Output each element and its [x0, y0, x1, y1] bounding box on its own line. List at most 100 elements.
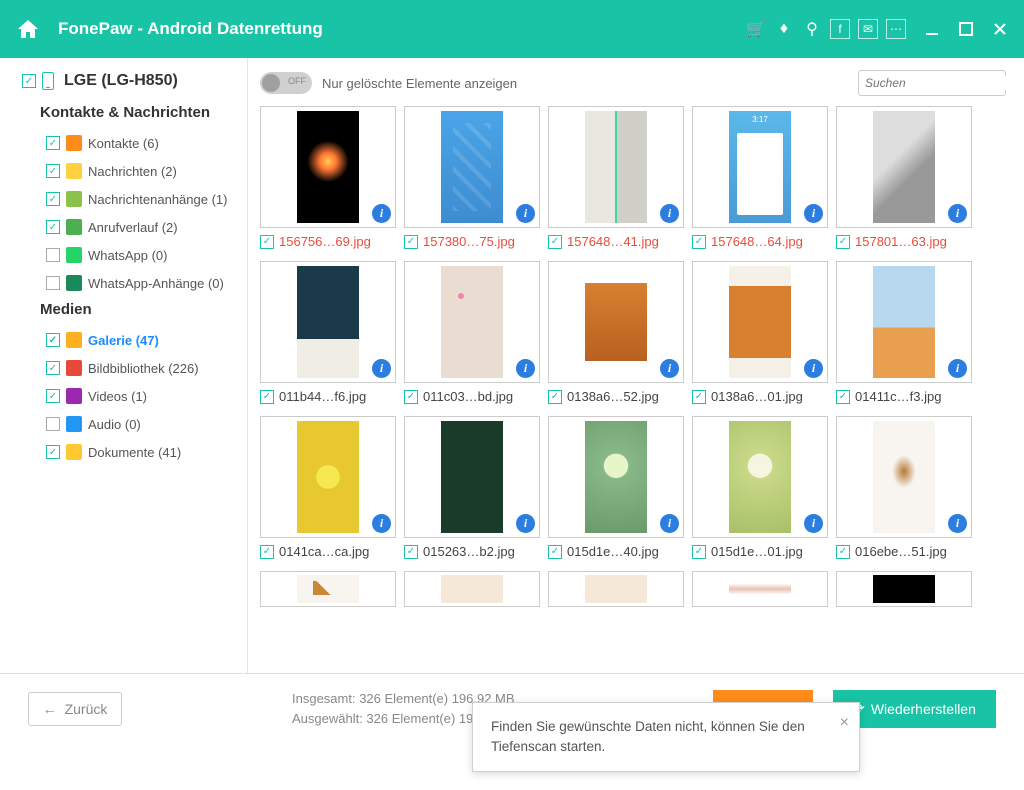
thumbnail-frame[interactable]: i [692, 106, 828, 228]
thumbnail-cell[interactable]: i✓015d1e…40.jpg [548, 416, 684, 559]
sidebar-item[interactable]: ✓Nachrichten (2) [46, 157, 237, 185]
thumbnail-frame[interactable] [836, 571, 972, 607]
thumbnail-checkbox[interactable]: ✓ [404, 235, 418, 249]
device-row[interactable]: ✓ LGE (LG-H850) [22, 72, 237, 90]
deleted-only-toggle[interactable]: OFF [260, 72, 312, 94]
category-checkbox[interactable]: ✓ [46, 445, 60, 459]
maximize-button[interactable] [958, 21, 974, 37]
info-icon[interactable]: i [372, 204, 391, 223]
minimize-button[interactable] [924, 21, 940, 37]
thumbnail-cell[interactable]: i✓0141ca…ca.jpg [260, 416, 396, 559]
thumbnail-frame[interactable]: i [548, 106, 684, 228]
thumbnail-checkbox[interactable]: ✓ [548, 390, 562, 404]
thumbnail-frame[interactable] [548, 571, 684, 607]
info-icon[interactable]: i [804, 514, 823, 533]
thumbnail-cell[interactable]: i✓011b44…f6.jpg [260, 261, 396, 404]
thumbnail-frame[interactable]: i [404, 106, 540, 228]
thumbnail-checkbox[interactable]: ✓ [692, 545, 706, 559]
more-icon[interactable]: ⋯ [886, 19, 906, 39]
device-checkbox[interactable]: ✓ [22, 74, 36, 88]
facebook-icon[interactable]: f [830, 19, 850, 39]
info-icon[interactable]: i [948, 359, 967, 378]
thumbnail-checkbox[interactable]: ✓ [692, 235, 706, 249]
thumbnail-checkbox[interactable]: ✓ [548, 235, 562, 249]
info-icon[interactable]: i [516, 514, 535, 533]
category-checkbox[interactable]: ✓ [46, 192, 60, 206]
thumbnail-cell[interactable] [260, 571, 396, 607]
thumbnail-cell[interactable] [548, 571, 684, 607]
category-checkbox[interactable]: ✓ [46, 248, 60, 262]
thumbnail-frame[interactable]: i [260, 106, 396, 228]
thumbnail-checkbox[interactable]: ✓ [404, 545, 418, 559]
sidebar-item[interactable]: ✓Galerie (47) [46, 326, 237, 354]
thumbnail-checkbox[interactable]: ✓ [260, 545, 274, 559]
search-box[interactable] [858, 70, 1006, 96]
thumbnail-checkbox[interactable]: ✓ [692, 390, 706, 404]
feedback-icon[interactable]: ✉ [858, 19, 878, 39]
info-icon[interactable]: i [516, 204, 535, 223]
info-icon[interactable]: i [660, 204, 679, 223]
info-icon[interactable]: i [804, 359, 823, 378]
thumbnail-cell[interactable]: i✓157801…63.jpg [836, 106, 972, 249]
back-button[interactable]: ← Zurück [28, 692, 122, 726]
thumbnail-checkbox[interactable]: ✓ [548, 545, 562, 559]
key-icon[interactable]: ⚲ [802, 19, 822, 39]
thumbnail-cell[interactable]: i✓016ebe…51.jpg [836, 416, 972, 559]
thumbnail-cell[interactable]: i✓157380…75.jpg [404, 106, 540, 249]
info-icon[interactable]: i [948, 514, 967, 533]
thumbnail-cell[interactable] [404, 571, 540, 607]
thumbnail-checkbox[interactable]: ✓ [836, 390, 850, 404]
close-button[interactable] [992, 21, 1008, 37]
thumbnail-frame[interactable]: i [836, 261, 972, 383]
thumbnail-cell[interactable]: i✓157648…41.jpg [548, 106, 684, 249]
info-icon[interactable]: i [372, 514, 391, 533]
thumbnail-cell[interactable]: i✓0138a6…52.jpg [548, 261, 684, 404]
thumbnail-checkbox[interactable]: ✓ [260, 390, 274, 404]
thumbnail-frame[interactable]: i [836, 416, 972, 538]
info-icon[interactable]: i [660, 514, 679, 533]
thumbnail-frame[interactable]: i [548, 261, 684, 383]
thumbnail-frame[interactable]: i [404, 416, 540, 538]
thumbnail-checkbox[interactable]: ✓ [404, 390, 418, 404]
thumbnail-frame[interactable]: i [692, 416, 828, 538]
home-icon[interactable] [16, 17, 58, 41]
category-checkbox[interactable]: ✓ [46, 389, 60, 403]
info-icon[interactable]: i [372, 359, 391, 378]
tooltip-close-icon[interactable]: × [840, 711, 849, 735]
thumbnail-frame[interactable] [260, 571, 396, 607]
info-icon[interactable]: i [516, 359, 535, 378]
info-icon[interactable]: i [660, 359, 679, 378]
thumbnail-checkbox[interactable]: ✓ [836, 545, 850, 559]
category-checkbox[interactable]: ✓ [46, 164, 60, 178]
category-checkbox[interactable]: ✓ [46, 333, 60, 347]
thumbnail-checkbox[interactable]: ✓ [260, 235, 274, 249]
sidebar-item[interactable]: ✓Audio (0) [46, 410, 237, 438]
thumbnail-frame[interactable]: i [404, 261, 540, 383]
sidebar-item[interactable]: ✓Bildbibliothek (226) [46, 354, 237, 382]
cart-icon[interactable]: 🛒 [746, 19, 766, 39]
thumbnail-frame[interactable] [404, 571, 540, 607]
thumbnail-frame[interactable]: i [260, 416, 396, 538]
category-checkbox[interactable]: ✓ [46, 220, 60, 234]
diamond-icon[interactable]: ♦ [774, 19, 794, 39]
thumbnail-cell[interactable]: i✓011c03…bd.jpg [404, 261, 540, 404]
search-input[interactable] [865, 76, 1022, 90]
info-icon[interactable]: i [804, 204, 823, 223]
thumbnail-frame[interactable]: i [548, 416, 684, 538]
sidebar-item[interactable]: ✓Nachrichtenanhänge (1) [46, 185, 237, 213]
thumbnail-checkbox[interactable]: ✓ [836, 235, 850, 249]
category-checkbox[interactable]: ✓ [46, 276, 60, 290]
category-checkbox[interactable]: ✓ [46, 417, 60, 431]
info-icon[interactable]: i [948, 204, 967, 223]
thumbnail-frame[interactable]: i [836, 106, 972, 228]
thumbnail-cell[interactable]: i✓015263…b2.jpg [404, 416, 540, 559]
sidebar-item[interactable]: ✓WhatsApp-Anhänge (0) [46, 269, 237, 297]
thumbnail-frame[interactable]: i [692, 261, 828, 383]
sidebar-item[interactable]: ✓Kontakte (6) [46, 129, 237, 157]
sidebar-item[interactable]: ✓Anrufverlauf (2) [46, 213, 237, 241]
sidebar-item[interactable]: ✓WhatsApp (0) [46, 241, 237, 269]
category-checkbox[interactable]: ✓ [46, 136, 60, 150]
thumbnail-cell[interactable]: i✓01411c…f3.jpg [836, 261, 972, 404]
thumbnail-cell[interactable] [692, 571, 828, 607]
thumbnail-frame[interactable] [692, 571, 828, 607]
